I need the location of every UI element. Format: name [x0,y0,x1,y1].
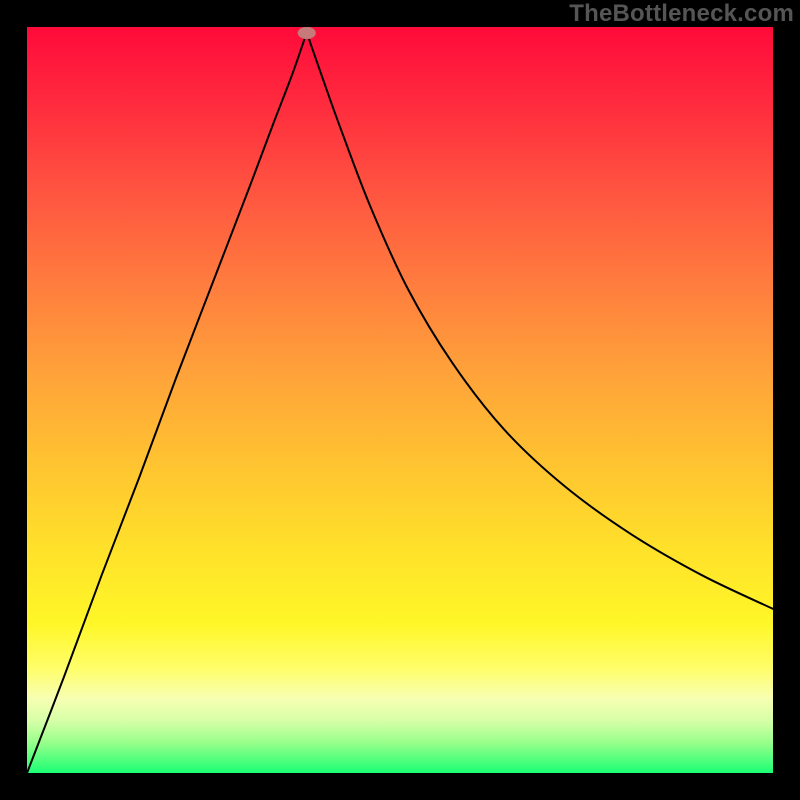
chart-frame: TheBottleneck.com [0,0,800,800]
watermark-text: TheBottleneck.com [569,0,794,28]
bottleneck-curve [27,33,773,773]
optimum-marker [298,27,316,39]
chart-svg [27,27,773,773]
